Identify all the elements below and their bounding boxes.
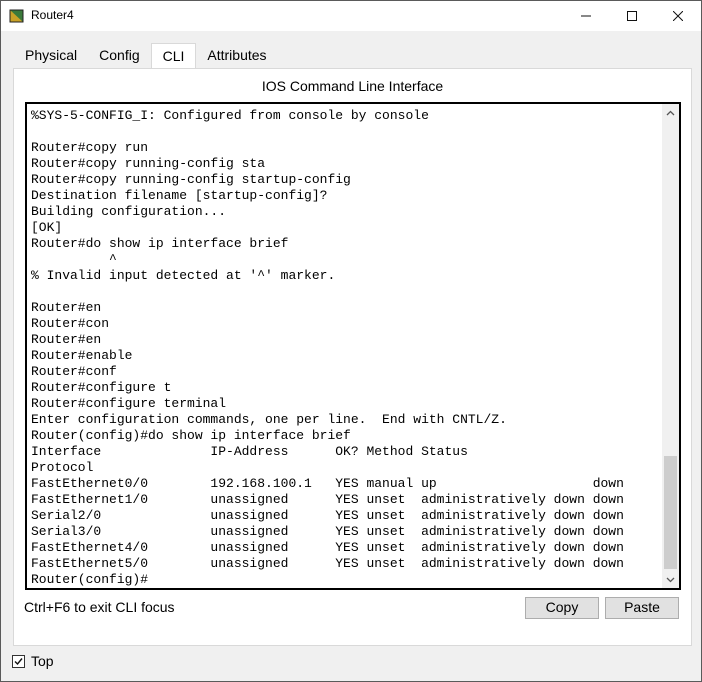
console-line: [OK]	[31, 220, 63, 235]
console-line: Router#conf	[31, 364, 117, 379]
close-icon	[673, 11, 683, 21]
router-app-icon	[9, 9, 24, 23]
chevron-up-icon	[666, 110, 675, 115]
console-line: Interface IP-Address OK? Method Status	[31, 444, 468, 459]
router4-window: Router4 Physical Config CLI Attributes I…	[0, 0, 702, 682]
console-line: Router#copy running-config sta	[31, 156, 266, 171]
scroll-up-button[interactable]	[662, 104, 679, 121]
console-line: FastEthernet5/0 unassigned YES unset adm…	[31, 556, 624, 571]
console-line: Router(config)#	[31, 572, 149, 587]
console-line: Destination filename [startup-config]?	[31, 188, 328, 203]
console-line: Router#con	[31, 316, 110, 331]
console-line: FastEthernet0/0 192.168.100.1 YES manual…	[31, 476, 624, 491]
checkmark-icon	[14, 657, 23, 665]
window-title: Router4	[31, 8, 74, 22]
console-output[interactable]: Router#%SYS-5-CONFIG_I: Configured from …	[31, 104, 661, 588]
top-option[interactable]: Top	[12, 653, 54, 669]
console-scrollbar[interactable]	[662, 104, 679, 588]
cli-panel-title: IOS Command Line Interface	[261, 78, 444, 94]
scroll-down-button[interactable]	[662, 571, 679, 588]
console-line: Router(config)#do show ip interface brie…	[31, 428, 351, 443]
chevron-down-icon	[666, 577, 675, 582]
console-line: Router#en	[31, 332, 102, 347]
console-line: % Invalid input detected at '^' marker.	[31, 268, 336, 283]
console-line: Enter configuration commands, one per li…	[31, 412, 507, 427]
tab-attributes[interactable]: Attributes	[196, 43, 278, 69]
close-button[interactable]	[655, 1, 701, 31]
minimize-icon	[581, 15, 591, 17]
top-checkbox[interactable]	[12, 654, 25, 668]
cli-panel: IOS Command Line Interface Router#%SYS-5…	[13, 68, 692, 646]
console-line: Building configuration...	[31, 204, 227, 219]
cli-focus-hint: Ctrl+F6 to exit CLI focus	[24, 599, 175, 615]
console-line: Router#do show ip interface brief	[31, 236, 289, 251]
console-line: ^	[31, 252, 117, 267]
minimize-button[interactable]	[563, 1, 609, 31]
console-line: Router#configure t	[31, 380, 172, 395]
top-label: Top	[31, 653, 54, 669]
console-line: Router#configure terminal	[31, 396, 227, 411]
maximize-icon	[627, 11, 637, 21]
console-line: Router#enable	[31, 348, 133, 363]
tab-physical[interactable]: Physical	[14, 43, 89, 69]
cli-console[interactable]: Router#%SYS-5-CONFIG_I: Configured from …	[25, 102, 681, 590]
console-line: Serial3/0 unassigned YES unset administr…	[31, 524, 624, 539]
console-line: Protocol	[31, 460, 94, 475]
console-line: FastEthernet1/0 unassigned YES unset adm…	[31, 492, 624, 507]
tab-config[interactable]: Config	[88, 43, 151, 69]
tab-cli[interactable]: CLI	[150, 43, 197, 71]
scroll-thumb[interactable]	[664, 456, 677, 569]
console-line: Router#copy run	[31, 140, 149, 155]
console-line: Router#copy running-config startup-confi…	[31, 172, 351, 187]
copy-button[interactable]: Copy	[525, 597, 599, 619]
console-line: FastEthernet4/0 unassigned YES unset adm…	[31, 540, 624, 555]
console-line: Serial2/0 unassigned YES unset administr…	[31, 508, 624, 523]
maximize-button[interactable]	[609, 1, 655, 31]
title-bar[interactable]: Router4	[1, 1, 701, 31]
console-line: Router#en	[31, 300, 102, 315]
console-line: %SYS-5-CONFIG_I: Configured from console…	[31, 108, 429, 123]
paste-button[interactable]: Paste	[605, 597, 679, 619]
tab-bar: Physical Config CLI Attributes	[14, 43, 278, 71]
